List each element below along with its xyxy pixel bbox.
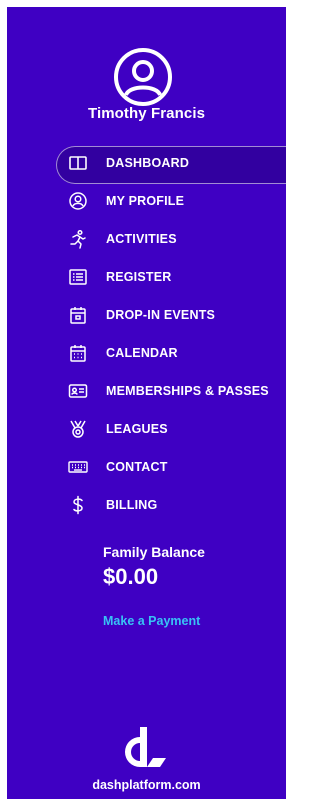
sidebar-item-label: DROP-IN EVENTS (106, 308, 216, 322)
profile-icon (67, 190, 89, 212)
sidebar-item-dashboard[interactable]: DASHBOARD (7, 144, 286, 184)
sidebar-item-my-profile[interactable]: MY PROFILE (7, 182, 286, 220)
user-name: Timothy Francis (87, 105, 206, 122)
sidebar-item-memberships-passes[interactable]: MEMBERSHIPS & PASSES (7, 372, 286, 410)
dashboard-icon (67, 152, 89, 174)
sidebar-item-label: ACTIVITIES (106, 232, 177, 246)
sidebar-item-label: LEAGUES (106, 422, 168, 436)
dash-logo-icon[interactable] (116, 727, 170, 771)
running-icon (67, 228, 89, 250)
id-card-icon (67, 380, 89, 402)
sidebar-item-activities[interactable]: ACTIVITIES (7, 220, 286, 258)
sidebar-nav: DASHBOARD MY PROFILE ACTIVITIES REGISTER… (7, 144, 286, 524)
sidebar-item-label: BILLING (106, 498, 158, 512)
sidebar-item-drop-in-events[interactable]: DROP-IN EVENTS (7, 296, 286, 334)
list-icon (67, 266, 89, 288)
family-balance-label: Family Balance (103, 544, 205, 560)
sidebar: Timothy Francis DASHBOARD MY PROFILE ACT… (7, 7, 286, 799)
sidebar-item-calendar[interactable]: CALENDAR (7, 334, 286, 372)
dollar-icon (67, 494, 89, 516)
sidebar-item-contact[interactable]: CONTACT (7, 448, 286, 486)
calendar-event-icon (67, 304, 89, 326)
sidebar-item-label: REGISTER (106, 270, 172, 284)
medal-icon (67, 418, 89, 440)
sidebar-item-leagues[interactable]: LEAGUES (7, 410, 286, 448)
sidebar-item-register[interactable]: REGISTER (7, 258, 286, 296)
sidebar-item-label: CONTACT (106, 460, 168, 474)
keyboard-icon (67, 456, 89, 478)
sidebar-item-label: CALENDAR (106, 346, 178, 360)
sidebar-item-billing[interactable]: BILLING (7, 486, 286, 524)
sidebar-item-label: DASHBOARD (106, 156, 190, 170)
calendar-icon (67, 342, 89, 364)
brand-url[interactable]: dashplatform.com (7, 778, 286, 792)
sidebar-item-label: MEMBERSHIPS & PASSES (106, 384, 269, 398)
user-circle-icon[interactable] (113, 47, 173, 107)
make-payment-link[interactable]: Make a Payment (103, 614, 200, 628)
sidebar-item-label: MY PROFILE (106, 194, 185, 208)
family-balance-amount: $0.00 (103, 564, 159, 589)
